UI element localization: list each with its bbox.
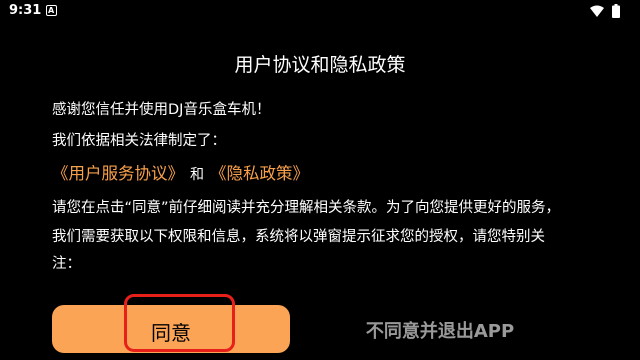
- thank-you-text: 感谢您信任并使用DJ音乐盒车机！: [52, 102, 271, 118]
- a-notification-icon: A: [46, 5, 57, 16]
- highlight-annotation-box: [124, 294, 235, 352]
- status-time: 9:31: [9, 3, 42, 18]
- body-text-line-1: 请您在点击“同意”前仔细阅读并充分理解相关条款。为了向您提供更好的服务，: [52, 200, 561, 216]
- status-bar: 9:31 A: [0, 0, 640, 24]
- privacy-policy-link[interactable]: 《隐私政策》: [210, 164, 309, 183]
- wifi-icon: [590, 5, 604, 17]
- legal-basis-text: 我们依据相关法律制定了：: [52, 133, 226, 149]
- disagree-exit-button[interactable]: 不同意并退出APP: [340, 310, 540, 350]
- screen: 9:31 A 用户协议和隐私政策 感谢您信任并使用DJ音乐盒车机！ 我们依据相关…: [0, 0, 640, 360]
- user-agreement-link[interactable]: 《用户服务协议》: [52, 164, 184, 183]
- and-text: 和: [190, 167, 204, 183]
- dialog-title: 用户协议和隐私政策: [234, 54, 406, 76]
- disagree-button-label: 不同意并退出APP: [365, 321, 515, 342]
- agreement-links-row: 《用户服务协议》和《隐私政策》: [52, 160, 309, 184]
- body-text-line-3: 注：: [52, 256, 81, 272]
- body-text-line-2: 我们需要获取以下权限和信息，系统将以弹窗提示征求您的授权，请您特别关: [52, 229, 545, 245]
- battery-icon: [612, 4, 620, 18]
